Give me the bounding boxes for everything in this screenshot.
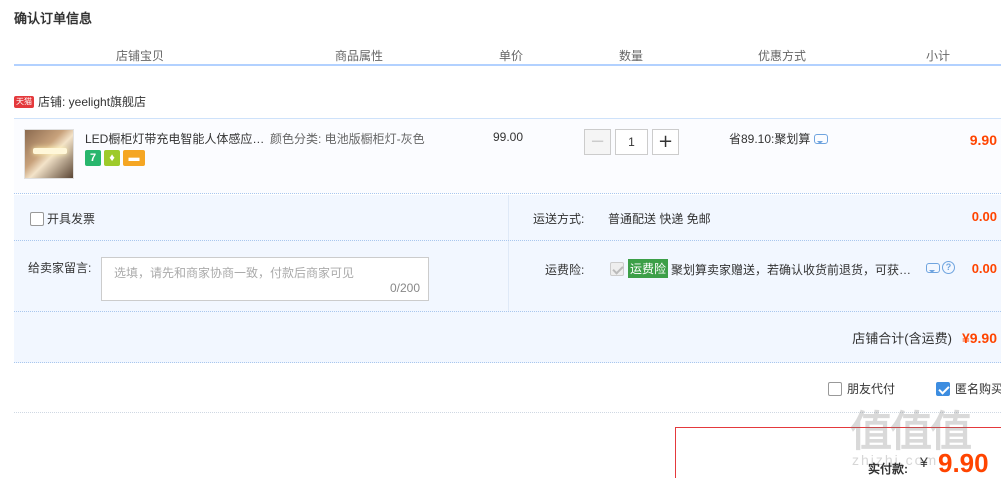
shop-name-link[interactable]: 店铺: yeelight旗舰店: [38, 93, 146, 110]
chat-icon[interactable]: [814, 133, 829, 144]
qty-input[interactable]: 1: [615, 129, 648, 155]
shipping-fee: 0.00: [971, 209, 997, 224]
product-thumbnail[interactable]: [24, 129, 74, 179]
shipping-method: 普通配送 快递 免邮: [608, 212, 711, 226]
watermark-logo: 值值值: [850, 407, 972, 456]
quantity-stepper: − 1 +: [584, 129, 679, 155]
page-title: 确认订单信息: [14, 11, 93, 26]
shipping-label: 运送方式:: [533, 212, 585, 226]
discount-info: 省89.10:聚划算: [729, 130, 829, 147]
bulb-icon[interactable]: ♦: [104, 150, 120, 166]
insurance-badge: 运费险: [628, 259, 669, 278]
order-item-row: LED橱柜灯带充电智能人体感应… 7 ♦ ▬ 颜色分类: 电池版橱柜灯-灰色 9…: [14, 118, 1001, 194]
message-char-count: 0/200: [389, 281, 420, 295]
product-title-link[interactable]: LED橱柜灯带充电智能人体感应…: [85, 130, 270, 147]
shop-line: 天猫 店铺: yeelight旗舰店: [14, 93, 146, 110]
invoice-option[interactable]: 开具发票: [30, 210, 95, 227]
unit-price: 99.00: [493, 130, 524, 144]
message-textarea[interactable]: 选填，请先和商家协商一致，付款后商家可见 0/200: [101, 257, 429, 301]
item-subtotal: 9.90: [969, 132, 997, 148]
insurance-fee: 0.00: [971, 261, 997, 276]
anonymous-label: 匿名购买: [955, 382, 1001, 396]
message-placeholder: 选填，请先和商家协商一致，付款后商家可见: [114, 266, 355, 280]
invoice-checkbox[interactable]: [30, 211, 44, 226]
anonymous-checkbox[interactable]: [936, 381, 950, 396]
shop-total: 店铺合计(含运费) ¥9.90: [852, 328, 997, 347]
7-day-return-icon[interactable]: 7: [85, 150, 101, 166]
table-header: 店铺宝贝 商品属性 单价 数量 优惠方式 小计: [14, 44, 1001, 66]
column-header-discount: 优惠方式: [757, 49, 807, 63]
insurance-checkbox: [610, 261, 624, 276]
column-header-item: 店铺宝贝: [115, 49, 165, 63]
invoice-label: 开具发票: [47, 212, 96, 226]
friend-pay-label: 朋友代付: [847, 382, 896, 396]
insurance-icons: ?: [926, 261, 955, 274]
column-header-attr: 商品属性: [334, 49, 384, 63]
column-header-price: 单价: [498, 49, 524, 63]
qty-decrease-button[interactable]: −: [584, 129, 611, 155]
message-label: 给卖家留言:: [28, 261, 92, 275]
insurance-description: 聚划算卖家赠送，若确认收货前退货，可获…: [671, 263, 911, 277]
column-header-qty: 数量: [618, 49, 644, 63]
friend-pay-option[interactable]: 朋友代付: [828, 380, 895, 397]
chat-icon[interactable]: [926, 262, 940, 273]
column-header-subtotal: 小计: [925, 49, 951, 63]
shop-total-value: ¥9.90: [961, 329, 997, 346]
friend-pay-checkbox[interactable]: [828, 381, 842, 396]
shop-total-label: 店铺合计(含运费): [852, 331, 952, 346]
help-icon[interactable]: ?: [942, 261, 955, 274]
service-icons: 7 ♦ ▬: [85, 150, 145, 166]
tmall-icon: 天猫: [14, 95, 34, 108]
order-options-panel: 开具发票 运送方式: 普通配送 快递 免邮 0.00 给卖家留言: 选填，请先和…: [14, 195, 1001, 363]
card-icon[interactable]: ▬: [123, 150, 145, 166]
qty-increase-button[interactable]: +: [652, 129, 679, 155]
watermark-text: zhizhi.com: [852, 452, 939, 468]
anonymous-option[interactable]: 匿名购买: [936, 380, 1001, 397]
extra-options: 朋友代付 匿名购买: [0, 380, 1001, 398]
discount-text: 省89.10:聚划算: [729, 132, 811, 146]
product-attribute: 颜色分类: 电池版橱柜灯-灰色: [270, 132, 425, 146]
insurance-label: 运费险:: [545, 263, 585, 277]
